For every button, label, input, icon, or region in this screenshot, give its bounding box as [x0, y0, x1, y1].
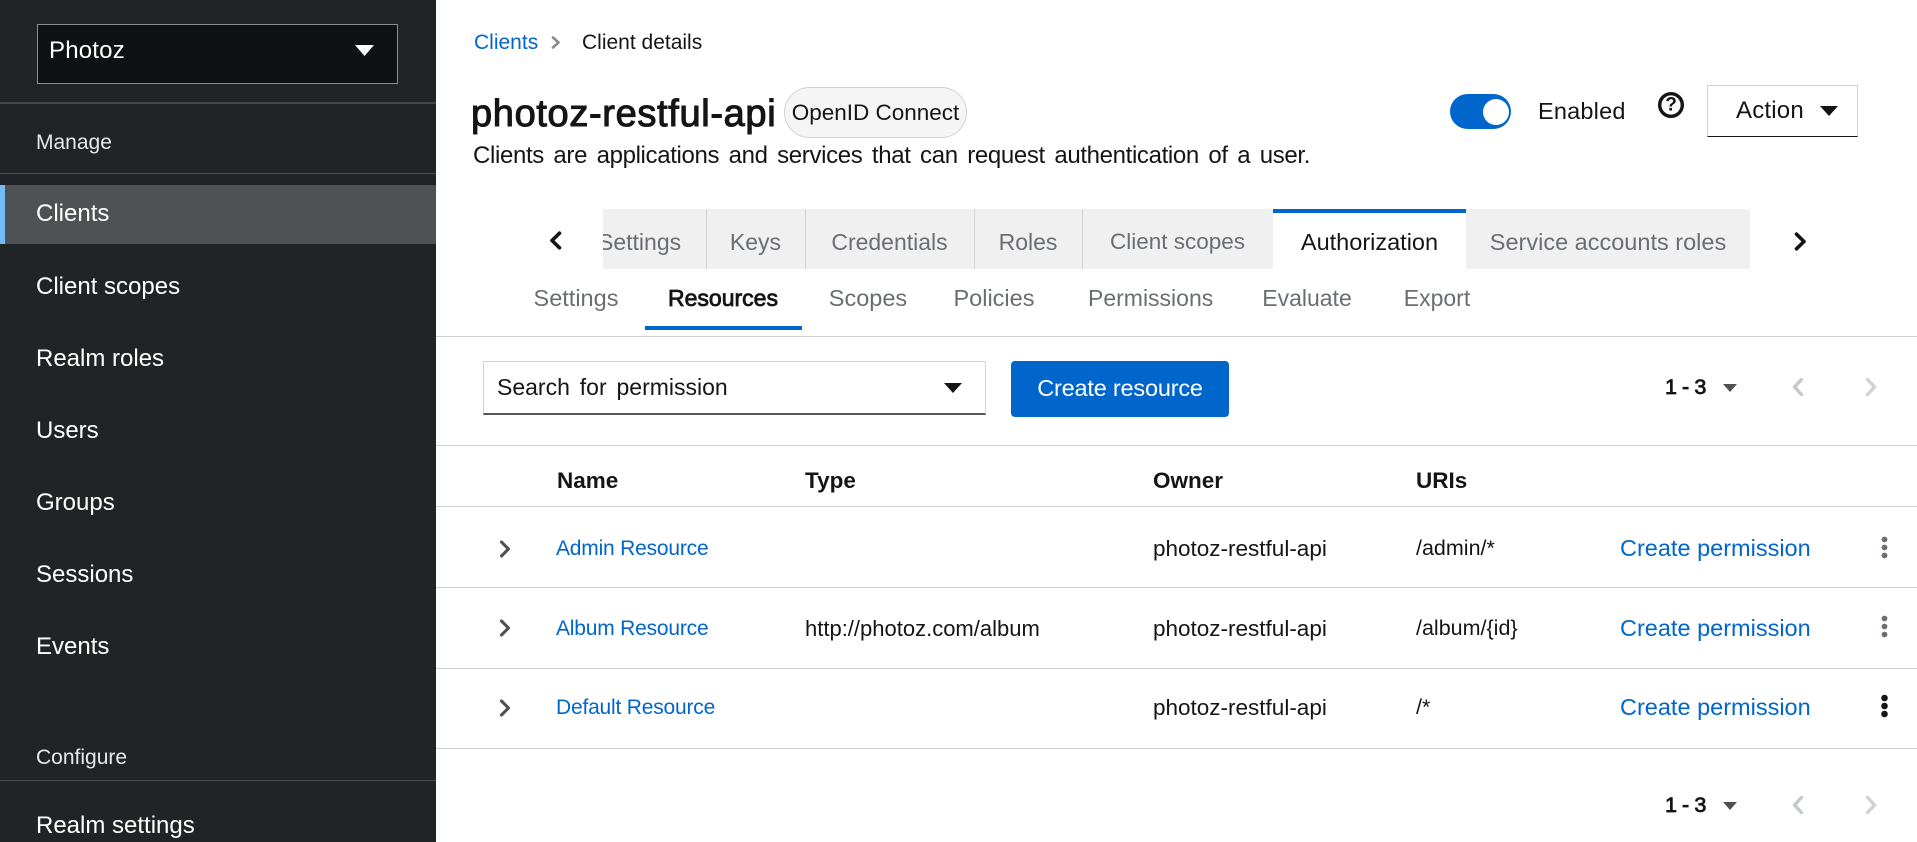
svg-text:?: ?: [1665, 95, 1677, 116]
